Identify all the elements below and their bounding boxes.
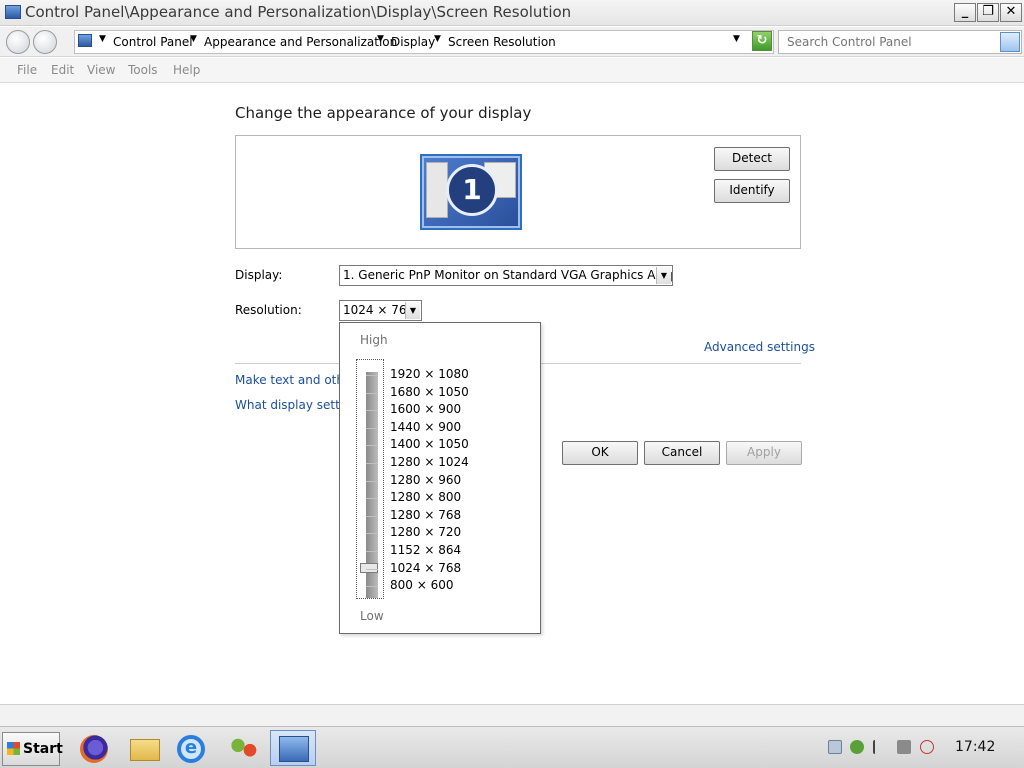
search-box[interactable] bbox=[778, 30, 1022, 54]
folder-graphic bbox=[130, 739, 160, 761]
chevron-down-icon[interactable]: ▼ bbox=[190, 34, 197, 44]
address-bar-row: ▼ Control Panel ▼ Appearance and Persona… bbox=[0, 27, 1024, 57]
close-button[interactable]: ✕ bbox=[1000, 3, 1022, 22]
users-graphic bbox=[229, 737, 259, 761]
windows-logo-icon bbox=[7, 742, 20, 755]
slider-tick bbox=[366, 445, 378, 447]
detect-button[interactable]: Detect bbox=[714, 147, 790, 171]
resolution-option[interactable]: 1152 × 864 bbox=[390, 543, 461, 557]
resolution-option[interactable]: 800 × 600 bbox=[390, 578, 454, 592]
monitor-window-graphic bbox=[426, 162, 448, 218]
chevron-down-icon[interactable]: ▼ bbox=[405, 302, 420, 319]
slider-tick bbox=[366, 568, 378, 570]
control-panel-icon bbox=[78, 34, 92, 47]
slider-tick bbox=[366, 410, 378, 412]
resolution-label: Resolution: bbox=[235, 303, 302, 317]
ok-button[interactable]: OK bbox=[562, 441, 638, 465]
window-title: Control Panel\Appearance and Personaliza… bbox=[25, 3, 572, 21]
slider-tick bbox=[366, 480, 378, 482]
clock: 17:42 bbox=[955, 739, 996, 755]
address-bar[interactable]: ▼ Control Panel ▼ Appearance and Persona… bbox=[74, 30, 774, 54]
resolution-option[interactable]: 1600 × 900 bbox=[390, 402, 461, 416]
slider-tick bbox=[366, 375, 378, 376]
resolution-option[interactable]: 1440 × 900 bbox=[390, 420, 461, 434]
high-label: High bbox=[360, 333, 388, 347]
chevron-down-icon[interactable]: ▼ bbox=[656, 267, 671, 284]
monitor-icon[interactable]: 1 bbox=[420, 154, 522, 230]
file-explorer-icon[interactable] bbox=[121, 730, 167, 766]
resolution-option[interactable]: 1280 × 800 bbox=[390, 490, 461, 504]
users-icon[interactable] bbox=[220, 730, 266, 766]
firefox-graphic bbox=[80, 735, 108, 763]
restore-button[interactable]: ❐ bbox=[977, 3, 999, 22]
control-panel-icon bbox=[5, 5, 21, 19]
apply-button: Apply bbox=[726, 441, 802, 465]
resolution-select[interactable]: 1024 × 768 ▼ bbox=[339, 300, 422, 321]
resolution-option[interactable]: 1680 × 1050 bbox=[390, 385, 469, 399]
slider-tick bbox=[366, 551, 378, 552]
slider-tick bbox=[366, 463, 378, 464]
slider-tick bbox=[366, 586, 378, 588]
firefox-icon[interactable] bbox=[70, 730, 116, 766]
flag-icon[interactable] bbox=[873, 740, 887, 754]
page-title: Change the appearance of your display bbox=[235, 104, 532, 122]
monitor-number: 1 bbox=[446, 164, 498, 216]
slider-tick bbox=[366, 498, 378, 500]
chevron-down-icon[interactable]: ▼ bbox=[434, 34, 441, 44]
resolution-option[interactable]: 1280 × 1024 bbox=[390, 455, 469, 469]
taskbar: Start e 17:42 bbox=[0, 726, 1024, 768]
identify-button[interactable]: Identify bbox=[714, 179, 790, 203]
display-value: 1. Generic PnP Monitor on Standard VGA G… bbox=[343, 268, 673, 282]
menu-bar: File Edit View Tools Help bbox=[0, 58, 1024, 83]
display-select[interactable]: 1. Generic PnP Monitor on Standard VGA G… bbox=[339, 265, 673, 286]
slider-tick bbox=[366, 533, 378, 535]
resolution-option[interactable]: 1280 × 960 bbox=[390, 473, 461, 487]
menu-help[interactable]: Help bbox=[173, 63, 200, 77]
menu-view[interactable]: View bbox=[87, 63, 115, 77]
search-icon[interactable] bbox=[1000, 32, 1020, 52]
slider-tick bbox=[366, 392, 378, 394]
menu-edit[interactable]: Edit bbox=[51, 63, 74, 77]
chevron-down-icon[interactable]: ▼ bbox=[733, 34, 740, 44]
control-panel-icon[interactable] bbox=[270, 730, 316, 766]
resolution-option[interactable]: 1024 × 768 bbox=[390, 561, 461, 575]
display-label: Display: bbox=[235, 268, 283, 282]
network-icon[interactable] bbox=[828, 740, 842, 754]
control-panel-graphic bbox=[279, 736, 309, 762]
search-input[interactable] bbox=[781, 33, 995, 51]
internet-explorer-icon[interactable]: e bbox=[167, 730, 213, 766]
back-button[interactable] bbox=[6, 30, 30, 54]
start-button[interactable]: Start bbox=[2, 732, 63, 766]
forward-button[interactable] bbox=[33, 30, 57, 54]
resolution-option[interactable]: 1280 × 720 bbox=[390, 525, 461, 539]
low-label: Low bbox=[360, 609, 384, 623]
display-tray-icon[interactable] bbox=[897, 740, 911, 754]
refresh-icon[interactable]: ↻ bbox=[752, 31, 772, 51]
title-bar: Control Panel\Appearance and Personaliza… bbox=[0, 0, 1024, 26]
resolution-dropdown[interactable]: High 1920 × 1080 1680 × 1050 1600 × 900 144… bbox=[339, 322, 541, 634]
resolution-option[interactable]: 1920 × 1080 bbox=[390, 367, 469, 381]
start-label: Start bbox=[23, 741, 63, 757]
resolution-option[interactable]: 1400 × 1050 bbox=[390, 437, 469, 451]
display-preview-panel: 1 Detect Identify bbox=[235, 135, 801, 249]
slider-tick bbox=[366, 427, 378, 429]
breadcrumb-display[interactable]: Display bbox=[391, 35, 435, 49]
chevron-down-icon[interactable]: ▼ bbox=[99, 34, 106, 44]
breadcrumb-control-panel[interactable]: Control Panel bbox=[113, 35, 193, 49]
security-icon[interactable] bbox=[850, 740, 864, 754]
status-bar bbox=[0, 704, 1024, 726]
resolution-value: 1024 × 768 bbox=[343, 303, 415, 317]
advanced-settings-link[interactable]: Advanced settings bbox=[704, 340, 815, 354]
ie-graphic: e bbox=[177, 735, 205, 763]
minimize-button[interactable]: _ bbox=[954, 3, 976, 22]
chevron-down-icon[interactable]: ▼ bbox=[377, 34, 384, 44]
resolution-option[interactable]: 1280 × 768 bbox=[390, 508, 461, 522]
breadcrumb-screen-resolution[interactable]: Screen Resolution bbox=[448, 35, 556, 49]
slider-tick bbox=[366, 515, 378, 517]
cancel-button[interactable]: Cancel bbox=[644, 441, 720, 465]
menu-tools[interactable]: Tools bbox=[128, 63, 158, 77]
breadcrumb-appearance[interactable]: Appearance and Personalization bbox=[204, 35, 397, 49]
menu-file[interactable]: File bbox=[17, 63, 37, 77]
volume-muted-icon[interactable] bbox=[920, 740, 934, 754]
